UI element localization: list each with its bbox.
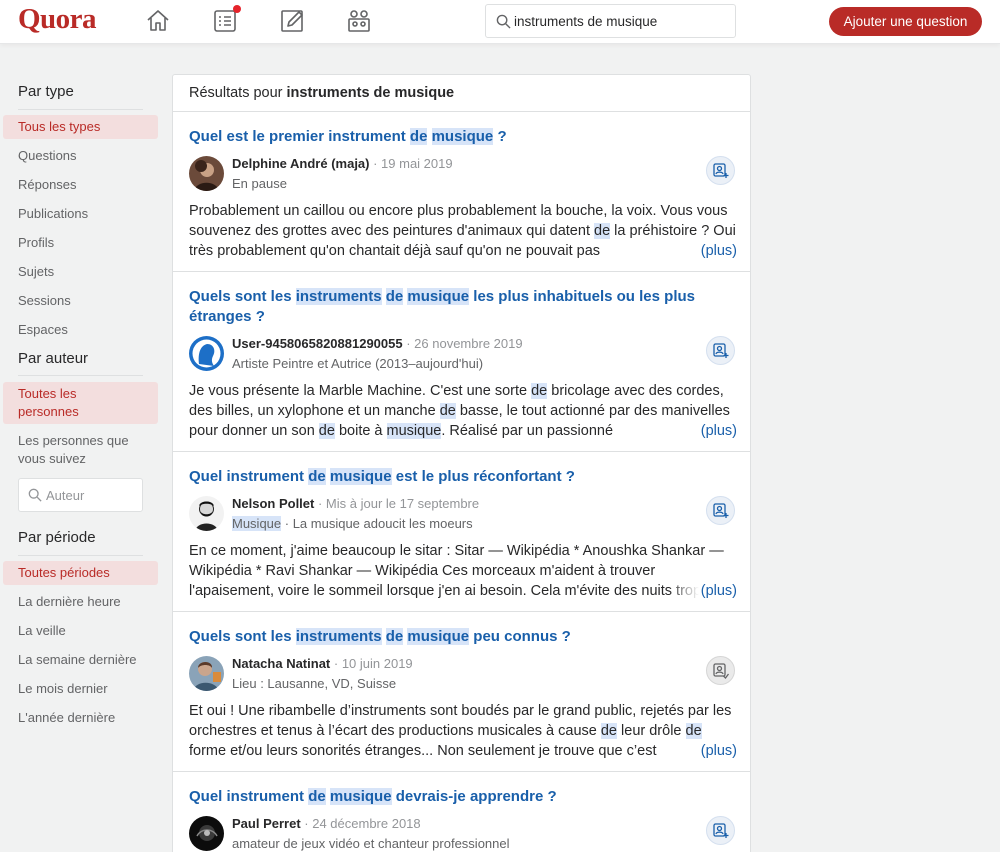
author-name[interactable]: Paul Perret · 24 décembre 2018: [232, 815, 421, 833]
author-name[interactable]: Delphine André (maja) · 19 mai 2019: [232, 155, 453, 173]
avatar[interactable]: [189, 496, 224, 531]
filter-period-week[interactable]: La semaine dernière: [18, 651, 137, 669]
answer-excerpt[interactable]: En ce moment, j'aime beaucoup le sitar :…: [189, 541, 737, 601]
question-title[interactable]: Quels sont les instruments de musique pe…: [189, 627, 719, 647]
avatar[interactable]: [189, 816, 224, 851]
following-person-icon: [713, 663, 729, 679]
author-name[interactable]: Nelson Pollet · Mis à jour le 17 septemb…: [232, 495, 479, 513]
credential-topic[interactable]: Musique: [232, 516, 282, 531]
filter-heading-author: Par auteur: [18, 350, 89, 367]
filter-period-year[interactable]: L'année dernière: [18, 709, 115, 727]
author-credential: Lieu : Lausanne, VD, Suisse: [232, 676, 397, 691]
follow-button[interactable]: [706, 496, 735, 525]
filter-type-spaces[interactable]: Espaces: [18, 321, 68, 339]
results-prefix: Résultats pour: [189, 85, 283, 101]
results-heading: Résultats pour instruments de musique: [173, 75, 750, 112]
author-search[interactable]: [18, 478, 143, 512]
filter-author-following[interactable]: Les personnes que vous suivez: [18, 432, 143, 468]
read-more-link[interactable]: (plus): [701, 743, 737, 759]
result-item: Quel instrument de musique est le plus r…: [173, 452, 750, 612]
divider: [18, 109, 143, 110]
search-bar[interactable]: [485, 4, 736, 38]
results-query: instruments de musique: [286, 85, 455, 101]
read-more-link[interactable]: (plus): [701, 243, 737, 259]
answer-list-icon[interactable]: [212, 5, 241, 34]
filter-type-questions[interactable]: Questions: [18, 147, 77, 165]
filter-author-all[interactable]: Toutes les personnes: [3, 382, 158, 424]
filter-heading-type: Par type: [18, 83, 74, 100]
author-credential: Artiste Peintre et Autrice (2013–aujourd…: [232, 356, 484, 371]
following-button[interactable]: [706, 656, 735, 685]
question-title[interactable]: Quel instrument de musique est le plus r…: [189, 467, 719, 487]
question-title[interactable]: Quel instrument de musique devrais-je ap…: [189, 787, 719, 807]
author-credential: En pause: [232, 176, 287, 191]
quora-logo[interactable]: Quora: [18, 3, 97, 36]
result-item: Quel est le premier instrument de musiqu…: [173, 112, 750, 272]
author-name[interactable]: User-9458065820881290055 · 26 novembre 2…: [232, 335, 523, 353]
author-credential: Musique · La musique adoucit les moeurs: [232, 516, 473, 531]
answer-excerpt[interactable]: Probablement un caillou ou encore plus p…: [189, 201, 737, 261]
follow-button[interactable]: [706, 336, 735, 365]
follow-person-icon: [713, 503, 729, 518]
result-item: Quels sont les instruments de musique le…: [173, 272, 750, 452]
follow-button[interactable]: [706, 816, 735, 845]
filter-type-answers[interactable]: Réponses: [18, 176, 77, 194]
search-icon: [28, 488, 42, 502]
top-bar: Quora Ajouter une question: [0, 0, 1000, 44]
divider: [18, 555, 143, 556]
edit-icon[interactable]: [279, 8, 305, 34]
search-input[interactable]: [514, 5, 729, 37]
spaces-icon[interactable]: [346, 8, 372, 34]
answer-excerpt[interactable]: Je vous présente la Marble Machine. C'es…: [189, 381, 737, 441]
filter-period-hour[interactable]: La dernière heure: [18, 593, 121, 611]
filter-period-day[interactable]: La veille: [18, 622, 66, 640]
question-title[interactable]: Quel est le premier instrument de musiqu…: [189, 127, 719, 147]
filter-type-all[interactable]: Tous les types: [3, 115, 158, 139]
author-name[interactable]: Natacha Natinat · 10 juin 2019: [232, 655, 413, 673]
add-question-button[interactable]: Ajouter une question: [829, 7, 982, 36]
search-icon: [496, 14, 511, 29]
filter-period-all[interactable]: Toutes périodes: [3, 561, 158, 585]
result-item: Quels sont les instruments de musique pe…: [173, 612, 750, 772]
avatar[interactable]: [189, 336, 224, 371]
avatar[interactable]: [189, 156, 224, 191]
home-icon[interactable]: [145, 8, 171, 34]
filter-type-topics[interactable]: Sujets: [18, 263, 54, 281]
filter-type-profiles[interactable]: Profils: [18, 234, 54, 252]
avatar[interactable]: [189, 656, 224, 691]
read-more-link[interactable]: (plus): [701, 423, 737, 439]
results-panel: Résultats pour instruments de musique Qu…: [172, 74, 751, 852]
answer-excerpt[interactable]: Et oui ! Une ribambelle d’instruments so…: [189, 701, 737, 761]
divider: [18, 375, 143, 376]
follow-person-icon: [713, 163, 729, 178]
notification-dot: [233, 5, 241, 13]
filter-type-posts[interactable]: Publications: [18, 205, 88, 223]
result-item: Quel instrument de musique devrais-je ap…: [173, 772, 750, 852]
author-credential: amateur de jeux vidéo et chanteur profes…: [232, 836, 510, 851]
filter-heading-period: Par période: [18, 529, 96, 546]
follow-button[interactable]: [706, 156, 735, 185]
filter-period-month[interactable]: Le mois dernier: [18, 680, 108, 698]
question-title[interactable]: Quels sont les instruments de musique le…: [189, 287, 719, 327]
filter-type-sessions[interactable]: Sessions: [18, 292, 71, 310]
follow-person-icon: [713, 343, 729, 358]
follow-person-icon: [713, 823, 729, 838]
read-more-link[interactable]: (plus): [701, 583, 737, 599]
author-input[interactable]: [46, 479, 138, 511]
